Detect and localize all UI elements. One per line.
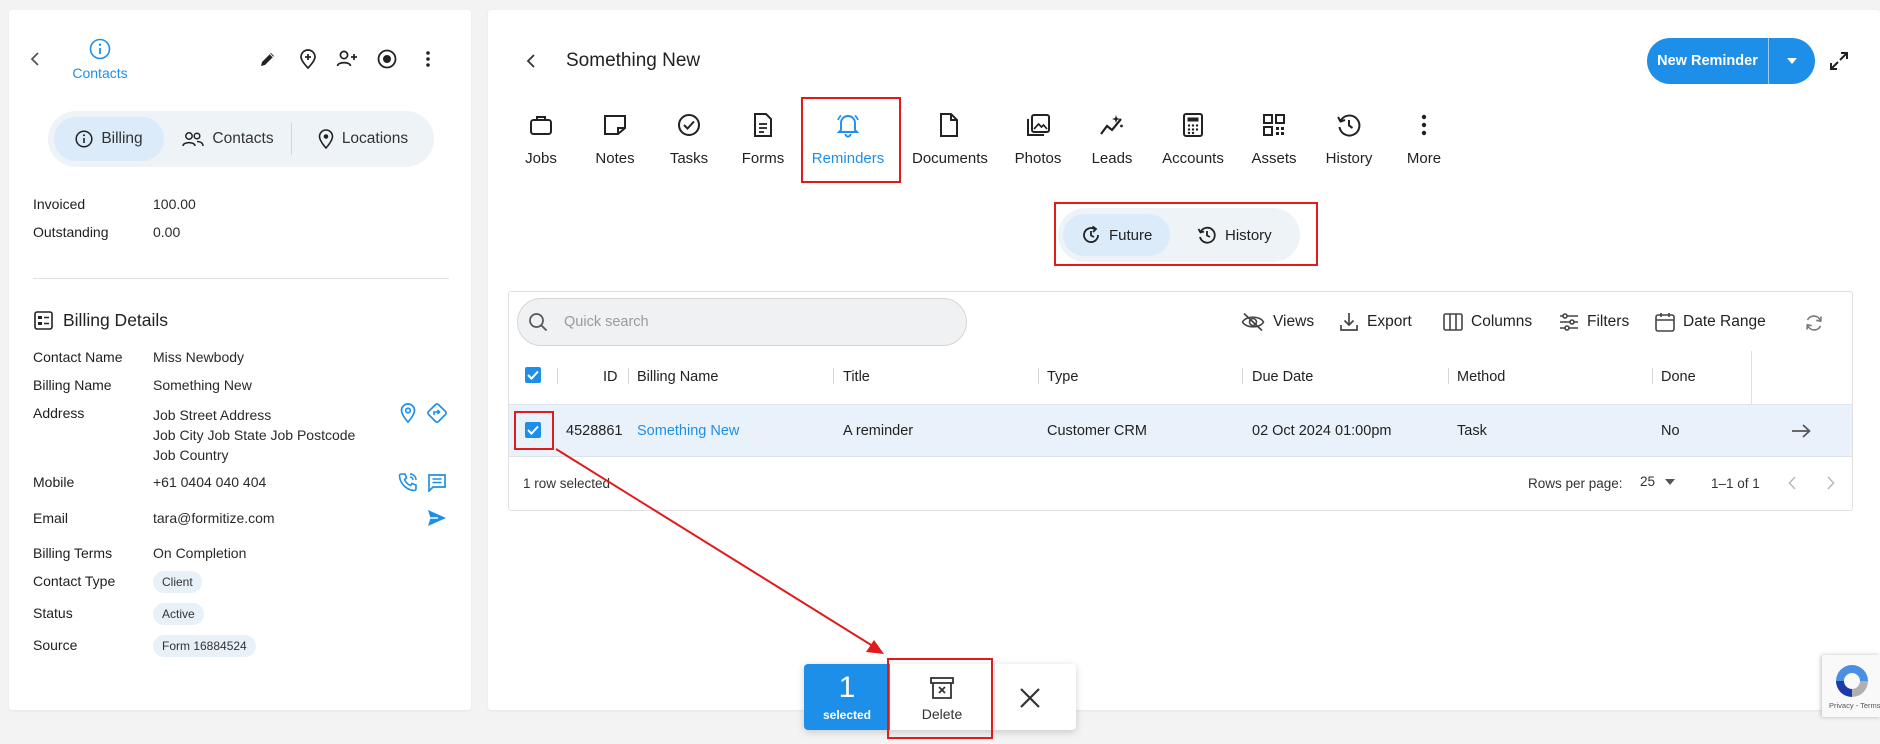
archive-delete-icon [930, 677, 954, 699]
recaptcha-icon [1836, 665, 1868, 697]
annotation-arrow [555, 448, 884, 654]
recaptcha-text[interactable]: Privacy - Terms [1829, 701, 1880, 710]
selected-count: 1 [838, 671, 856, 704]
delete-button[interactable]: Delete [892, 664, 992, 730]
selected-label: selected [822, 708, 872, 722]
recaptcha-badge[interactable]: Privacy - Terms [1822, 655, 1880, 717]
action-bar-divider [994, 664, 995, 730]
selected-count-badge: 1 selected [804, 664, 890, 730]
close-icon[interactable] [1015, 683, 1045, 713]
